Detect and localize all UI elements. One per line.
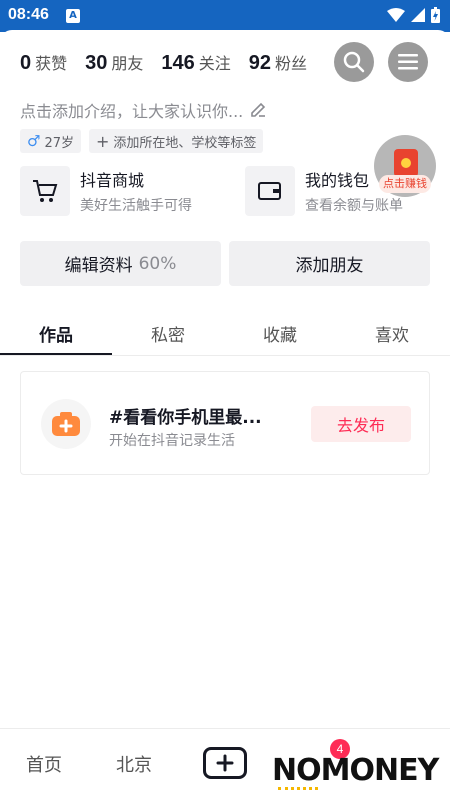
publish-card-title: #看看你手机里最... <box>109 408 262 428</box>
stat-friends[interactable]: 30 朋友 <box>85 50 143 75</box>
edit-profile-button[interactable]: 编辑资料 60% <box>20 241 221 286</box>
add-friends-label: 添加朋友 <box>295 256 364 276</box>
notification-icon: A <box>66 9 80 23</box>
male-icon: ♂ <box>27 132 41 150</box>
bottom-nav: 首页 北京 4 NOMONEY <box>0 728 450 800</box>
stat-friends-value: 30 <box>85 52 108 74</box>
stat-likes-value: 0 <box>20 52 32 74</box>
age-label: 27岁 <box>44 135 74 151</box>
signal-icon <box>411 8 425 22</box>
status-bar: 08:46 A <box>0 0 450 32</box>
mall-title: 抖音商城 <box>80 171 145 190</box>
stat-followers[interactable]: 92 粉丝 <box>249 50 307 75</box>
nav-home[interactable]: 首页 <box>26 751 62 777</box>
watermark-logo: NOMONEY <box>272 753 439 788</box>
active-tab-indicator <box>0 353 112 355</box>
tab-favorites[interactable]: 收藏 <box>224 310 336 356</box>
add-tag-button[interactable]: + 添加所在地、学校等标签 <box>89 129 264 153</box>
wallet-subtitle: 查看余额与账单 <box>305 198 403 214</box>
pencil-icon <box>251 102 266 117</box>
bio-text: 点击添加介绍，让大家认识你... <box>20 102 244 121</box>
mall-entry[interactable]: 抖音商城 美好生活触手可得 <box>20 165 192 217</box>
wifi-icon <box>387 8 405 22</box>
battery-icon <box>431 7 440 23</box>
menu-button[interactable] <box>388 42 428 82</box>
mall-subtitle: 美好生活触手可得 <box>80 198 192 214</box>
stat-following-value: 146 <box>161 52 195 74</box>
add-friends-button[interactable]: 添加朋友 <box>229 241 430 286</box>
create-post-button[interactable] <box>203 747 247 779</box>
watermark-decoration <box>278 787 318 791</box>
profile-tags: ♂ 27岁 + 添加所在地、学校等标签 <box>20 129 264 153</box>
stat-following-label: 关注 <box>198 54 231 73</box>
tab-works[interactable]: 作品 <box>0 310 112 356</box>
publish-card-subtitle: 开始在抖音记录生活 <box>109 433 235 449</box>
content-tabs: 作品 私密 收藏 喜欢 <box>0 310 450 356</box>
status-icons <box>387 7 440 23</box>
wallet-entry[interactable]: 我的钱包 查看余额与账单 <box>245 165 403 217</box>
shopping-cart-icon <box>20 166 70 216</box>
search-button[interactable] <box>334 42 374 82</box>
status-time: 08:46 <box>8 6 49 23</box>
publish-card: #看看你手机里最... 开始在抖音记录生活 去发布 <box>20 371 430 475</box>
wallet-icon <box>245 166 295 216</box>
stat-following[interactable]: 146 关注 <box>161 50 230 75</box>
profile-completion: 60% <box>138 253 177 274</box>
edit-profile-label: 编辑资料 <box>64 256 133 276</box>
plus-icon: + <box>96 131 110 151</box>
add-tag-label: 添加所在地、学校等标签 <box>113 135 257 151</box>
publish-button[interactable]: 去发布 <box>311 406 411 442</box>
tab-likes[interactable]: 喜欢 <box>336 310 448 356</box>
bio-placeholder[interactable]: 点击添加介绍，让大家认识你... <box>20 98 267 122</box>
plus-icon <box>216 754 234 772</box>
nav-city[interactable]: 北京 <box>116 751 152 777</box>
tab-private[interactable]: 私密 <box>112 310 224 356</box>
stats-row: 0 获赞 30 朋友 146 关注 92 粉丝 <box>20 50 307 75</box>
stat-likes-label: 获赞 <box>35 54 68 73</box>
stat-followers-value: 92 <box>248 52 272 74</box>
gender-age-tag[interactable]: ♂ 27岁 <box>20 129 81 153</box>
hamburger-menu-icon <box>398 54 418 70</box>
search-icon <box>343 51 365 73</box>
stat-friends-label: 朋友 <box>111 54 144 73</box>
stat-likes[interactable]: 0 获赞 <box>20 50 67 75</box>
stat-followers-label: 粉丝 <box>275 54 308 73</box>
wallet-title: 我的钱包 <box>305 171 370 190</box>
camera-plus-icon <box>41 399 91 449</box>
